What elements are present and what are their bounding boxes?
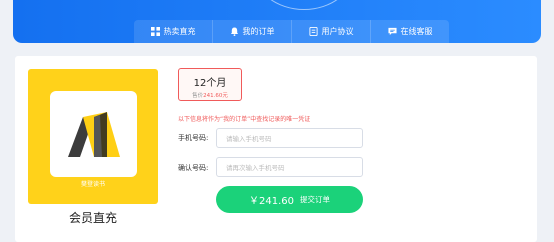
product-name: 会员直充	[68, 211, 117, 225]
banner-decoration	[253, 0, 355, 10]
product-cover: 樊登读书	[28, 69, 158, 204]
plan-price-prefix: 售价	[192, 93, 204, 99]
order-notice: 以下信息将作为“我的订单”中查找记录的唯一凭证	[178, 116, 311, 123]
nav-item-hot-recharge[interactable]: 热卖直充	[134, 20, 213, 43]
top-banner: 热卖直充 我的订单 用户协议 在线客服	[13, 0, 541, 43]
nav-item-label: 在线客服	[400, 27, 433, 36]
recharge-card: 樊登读书 会员直充 12个月 售价241.60元 以下信息将作为“我的订单”中查…	[15, 56, 537, 242]
main-nav: 热卖直充 我的订单 用户协议 在线客服	[134, 20, 449, 43]
plan-title: 12个月	[193, 78, 227, 89]
chat-icon	[387, 27, 397, 36]
phone-input[interactable]: 请输入手机号码	[216, 128, 363, 148]
confirm-phone-label: 确认号码:	[178, 164, 209, 172]
plan-price-value: 241.60元	[203, 93, 228, 99]
product-logo-frame	[50, 91, 137, 177]
plan-option-selected[interactable]: 12个月 售价241.60元	[178, 68, 242, 101]
phone-placeholder: 请输入手机号码	[226, 135, 272, 143]
grid-icon	[150, 27, 160, 36]
product-logo	[68, 112, 120, 157]
submit-label: 提交订单	[300, 195, 330, 204]
nav-item-label: 热卖直充	[163, 27, 196, 36]
document-icon	[308, 27, 318, 36]
phone-label: 手机号码:	[178, 134, 209, 142]
nav-item-my-orders[interactable]: 我的订单	[213, 20, 292, 43]
confirm-phone-input[interactable]: 请再次输入手机号码	[216, 157, 363, 177]
submit-order-button[interactable]: ￥241.60 提交订单	[216, 186, 363, 213]
nav-item-user-agreement[interactable]: 用户协议	[292, 20, 371, 43]
confirm-phone-placeholder: 请再次输入手机号码	[226, 164, 285, 172]
nav-item-online-support[interactable]: 在线客服	[371, 20, 449, 43]
nav-item-label: 我的订单	[242, 27, 275, 36]
product-cover-caption: 樊登读书	[80, 181, 105, 188]
plan-price: 售价241.60元	[179, 91, 241, 99]
submit-amount: ￥241.60	[249, 196, 294, 207]
nav-item-label: 用户协议	[321, 27, 354, 36]
bell-icon	[230, 27, 238, 36]
